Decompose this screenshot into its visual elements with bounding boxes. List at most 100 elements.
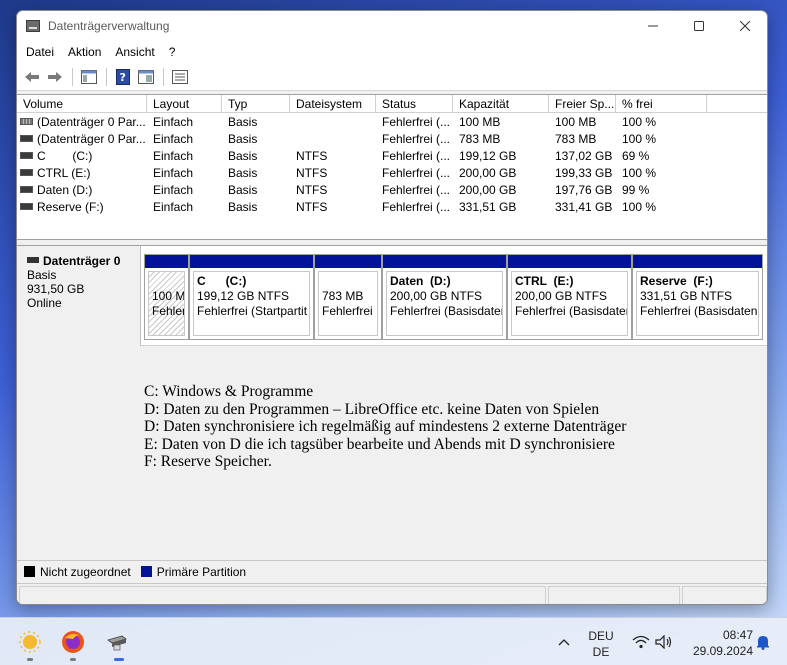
forward-button[interactable] — [44, 67, 66, 87]
cell-status: Fehlerfrei (... — [382, 200, 451, 214]
partition-status: Fehlerfrei (Basisdater — [515, 304, 628, 318]
notification-button[interactable] — [750, 629, 776, 655]
column-volume[interactable]: Volume — [17, 95, 147, 113]
cell-freier-speicher: 137,02 GB — [555, 149, 613, 163]
partition-status: Fehlerfrei (Basisdatenp — [640, 304, 759, 318]
partition-name: Daten (D:) — [390, 274, 451, 288]
note-line: F: Reserve Speicher. — [144, 453, 272, 470]
taskbar: DEU DE 08:47 29.09.2024 — [0, 617, 787, 665]
partition-info: Daten (D:) 200,00 GB NTFS Fehlerfrei (Ba… — [386, 271, 503, 336]
column-freier-speicher[interactable]: Freier Sp... — [549, 95, 616, 113]
cell-kapazitaet: 200,00 GB — [459, 183, 517, 197]
cell-dateisystem — [290, 131, 376, 148]
menu-help[interactable]: ? — [162, 45, 183, 59]
clock[interactable]: 08:47 29.09.2024 — [681, 628, 753, 658]
partition-c[interactable]: C (C:) 199,12 GB NTFS Fehlerfrei (Startp… — [189, 254, 314, 340]
partition-size: 100 M — [152, 289, 185, 303]
status-pane — [682, 586, 767, 604]
disk-0-label[interactable]: Datenträger 0 Basis 931,50 GB Online — [17, 246, 141, 346]
partition-size: 331,51 GB NTFS — [640, 289, 733, 303]
volume-button[interactable] — [651, 629, 677, 655]
column-status[interactable]: Status — [376, 95, 453, 113]
cell-prozent-frei: 99 % — [622, 183, 650, 197]
partition-info: C (C:) 199,12 GB NTFS Fehlerfrei (Startp… — [193, 271, 310, 336]
cell-status: Fehlerfrei (... — [382, 115, 451, 129]
cell-layout: Einfach — [153, 183, 194, 197]
taskbar-disk-management-app[interactable] — [104, 629, 130, 655]
console-tree-button[interactable] — [78, 67, 100, 87]
console-tree-icon — [81, 69, 97, 84]
primary-partition-bar — [190, 255, 313, 268]
cell-typ: Basis — [228, 166, 258, 180]
tray-overflow-button[interactable] — [551, 629, 577, 655]
speaker-icon — [655, 635, 672, 649]
disk-size: 931,50 GB — [27, 282, 85, 296]
chevron-up-icon — [558, 639, 570, 646]
column-prozent-frei[interactable]: % frei — [616, 95, 707, 113]
partition-name — [322, 274, 377, 289]
legend-unallocated: Nicht zugeordnet — [40, 564, 131, 579]
help-button[interactable]: ? — [112, 67, 134, 87]
list-view-button[interactable] — [169, 67, 191, 87]
partition-size: 783 MB — [322, 289, 364, 303]
table-row[interactable]: (Datenträger 0 Par... Einfach Basis Fehl… — [17, 131, 767, 148]
partition-status: Fehler — [152, 304, 185, 318]
cell-layout: Einfach — [153, 132, 194, 146]
volume-list: Volume Layout Typ Dateisystem Status Kap… — [17, 94, 767, 240]
language-indicator[interactable]: DEU DE — [586, 629, 616, 659]
partition-info: CTRL (E:) 200,00 GB NTFS Fehlerfrei (Bas… — [511, 271, 628, 336]
partition-efi[interactable]: 100 M Fehler — [144, 254, 189, 340]
cell-freier-speicher: 199,33 GB — [555, 166, 613, 180]
column-typ[interactable]: Typ — [222, 95, 290, 113]
cell-status: Fehlerfrei (... — [382, 149, 451, 163]
taskbar-weather-app[interactable] — [17, 629, 43, 655]
cell-volume: Daten (D:) — [17, 182, 147, 199]
table-row[interactable]: CTRL (E:) Einfach Basis NTFS Fehlerfrei … — [17, 165, 767, 182]
table-row[interactable]: (Datenträger 0 Par... Einfach Basis Fehl… — [17, 114, 767, 131]
column-kapazitaet[interactable]: Kapazität — [453, 95, 549, 113]
cell-typ: Basis — [228, 183, 258, 197]
maximize-icon — [694, 21, 704, 31]
menu-ansicht[interactable]: Ansicht — [108, 45, 161, 59]
properties-button[interactable] — [135, 67, 157, 87]
menu-aktion[interactable]: Aktion — [61, 45, 108, 59]
cell-freier-speicher: 331,41 GB — [555, 200, 613, 214]
table-row[interactable]: C (C:) Einfach Basis NTFS Fehlerfrei (..… — [17, 148, 767, 165]
cell-volume: Reserve (F:) — [17, 199, 147, 216]
disk-management-window: Datenträgerverwaltung Datei Aktion Ansic… — [16, 10, 768, 605]
note-line: D: Daten synchronisiere ich regelmäßig a… — [144, 418, 627, 435]
partition-name: Reserve (F:) — [640, 274, 713, 288]
note-line: E: Daten von D die ich tagsüber bearbeit… — [144, 435, 615, 453]
volume-icon — [20, 135, 33, 143]
cell-prozent-frei: 69 % — [622, 149, 650, 163]
minimize-button[interactable] — [630, 11, 676, 41]
column-dateisystem[interactable]: Dateisystem — [290, 95, 376, 113]
partition-recovery[interactable]: 783 MB Fehlerfrei — [314, 254, 382, 340]
partition-d[interactable]: Daten (D:) 200,00 GB NTFS Fehlerfrei (Ba… — [382, 254, 507, 340]
partition-name: CTRL (E:) — [515, 274, 574, 288]
table-row[interactable]: Daten (D:) Einfach Basis NTFS Fehlerfrei… — [17, 182, 767, 199]
primary-partition-bar — [633, 255, 762, 268]
menu-bar: Datei Aktion Ansicht ? — [17, 41, 767, 63]
partition-e[interactable]: CTRL (E:) 200,00 GB NTFS Fehlerfrei (Bas… — [507, 254, 632, 340]
partition-status: Fehlerfrei (Startpartit — [197, 304, 308, 318]
partition-name: C (C:) — [197, 274, 247, 288]
partition-name — [152, 274, 184, 289]
cell-layout: Einfach — [153, 200, 194, 214]
close-button[interactable] — [722, 11, 767, 41]
cell-kapazitaet: 331,51 GB — [459, 200, 517, 214]
partition-f[interactable]: Reserve (F:) 331,51 GB NTFS Fehlerfrei (… — [632, 254, 763, 340]
back-button[interactable] — [21, 67, 43, 87]
menu-datei[interactable]: Datei — [19, 45, 61, 59]
cell-typ: Basis — [228, 200, 258, 214]
annotation-notes: C: Windows & Programme D: Daten zu den P… — [144, 383, 626, 471]
taskbar-firefox-app[interactable] — [60, 629, 86, 655]
table-row[interactable]: Reserve (F:) Einfach Basis NTFS Fehlerfr… — [17, 199, 767, 216]
maximize-button[interactable] — [676, 11, 722, 41]
cell-dateisystem: NTFS — [296, 200, 328, 214]
disk-title: Datenträger 0 — [43, 254, 121, 268]
column-layout[interactable]: Layout — [147, 95, 222, 113]
window-title: Datenträgerverwaltung — [48, 19, 170, 33]
taskbar-running-indicator — [27, 658, 33, 661]
title-bar[interactable]: Datenträgerverwaltung — [17, 11, 767, 41]
